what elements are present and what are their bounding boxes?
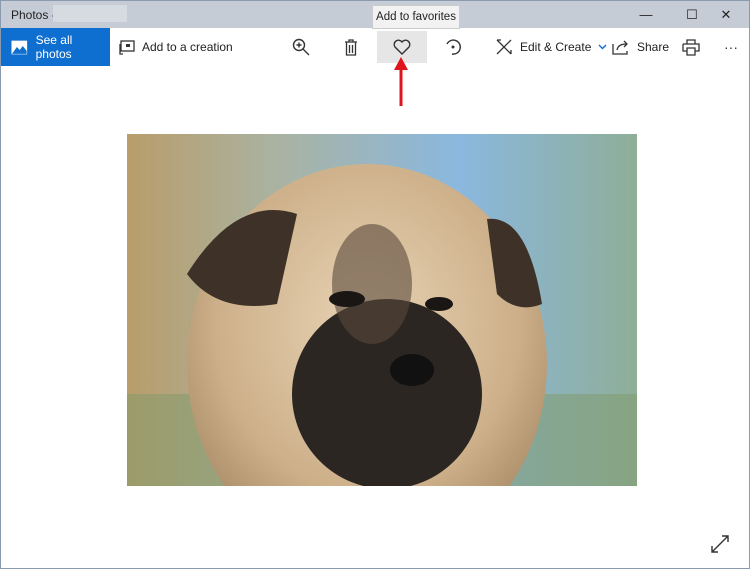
red-arrow-annotation — [394, 57, 408, 106]
photos-icon — [11, 40, 28, 54]
minimize-button[interactable]: — — [623, 1, 669, 28]
chevron-down-icon — [598, 44, 607, 50]
see-all-photos-button[interactable]: See all photos — [1, 28, 110, 66]
fullscreen-icon[interactable] — [709, 533, 731, 555]
print-icon — [682, 38, 700, 56]
window-title: Photos - — [11, 8, 56, 22]
edit-create-label: Edit & Create — [520, 40, 592, 54]
close-button[interactable]: ✕ — [703, 1, 749, 28]
edit-create-icon — [496, 39, 512, 55]
rotate-icon — [446, 39, 461, 55]
share-button[interactable]: Share — [612, 28, 669, 66]
toolbar: See all photos Add to a creation Edit & … — [1, 28, 749, 66]
heart-icon — [393, 39, 411, 55]
share-icon — [612, 40, 628, 55]
photo-puppy — [127, 134, 637, 486]
delete-button[interactable] — [327, 31, 375, 63]
more-options-button[interactable]: ··· — [707, 31, 750, 63]
trash-icon — [345, 38, 357, 56]
edit-create-button[interactable]: Edit & Create — [495, 28, 607, 66]
rotate-button[interactable] — [429, 31, 477, 63]
zoom-in-icon — [292, 38, 310, 56]
redacted-filename — [53, 5, 127, 22]
creation-icon — [119, 39, 135, 55]
zoom-in-button[interactable] — [277, 31, 325, 63]
see-all-photos-label: See all photos — [35, 33, 73, 61]
add-to-creation-label: Add to a creation — [142, 40, 233, 54]
share-label: Share — [637, 40, 670, 54]
tooltip: Add to favorites — [372, 5, 460, 29]
add-to-creation-button[interactable]: Add to a creation — [119, 28, 233, 66]
